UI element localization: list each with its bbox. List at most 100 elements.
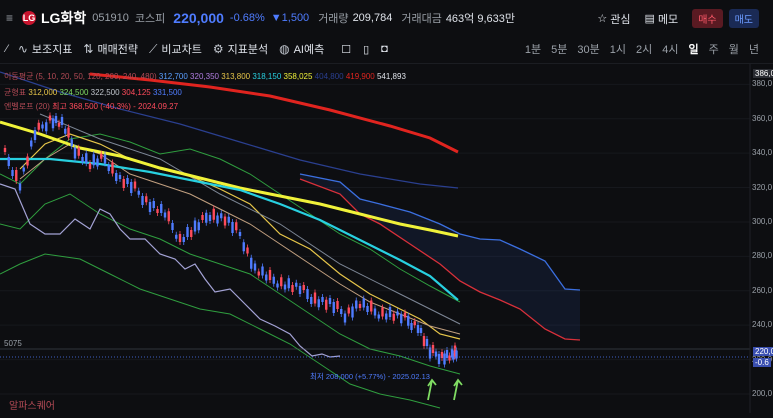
- watch-button[interactable]: ☆ 관심: [597, 11, 630, 27]
- period-tab-4[interactable]: 2시: [636, 41, 652, 57]
- candle-body: [280, 277, 283, 287]
- strategy-button[interactable]: ⇅ 매매전략: [83, 41, 138, 57]
- candle-body: [115, 173, 118, 181]
- candle-body: [422, 336, 426, 346]
- candle-body: [103, 154, 107, 164]
- stock-code: 051910: [92, 12, 129, 24]
- lagging-span: [0, 183, 341, 358]
- period-tab-6[interactable]: 일: [689, 41, 699, 57]
- candle-body: [15, 170, 18, 181]
- chart-canvas[interactable]: [0, 64, 773, 413]
- left-marker: 5075: [4, 339, 22, 348]
- period-tab-9[interactable]: 년: [749, 41, 759, 57]
- candle-body: [351, 306, 354, 318]
- camera-icon[interactable]: ◘: [381, 43, 388, 55]
- candle-body: [51, 118, 55, 129]
- period-tab-0[interactable]: 1분: [525, 41, 541, 57]
- envelope-legend[interactable]: 엔벨로프 (20) 최고 368,500 (-40.3%) - 2024.09.…: [4, 101, 178, 112]
- candle-body: [377, 314, 380, 319]
- candle-body: [85, 153, 88, 164]
- strategy-icon: ⇅: [83, 42, 94, 56]
- ai-button[interactable]: ◍ AI예측: [279, 41, 324, 57]
- candle-body: [186, 227, 189, 237]
- analysis-icon: ⚙: [212, 42, 224, 56]
- candle-body: [253, 263, 257, 271]
- change-percent: -0.68%: [229, 12, 265, 24]
- ichimoku-legend[interactable]: 균형표 312,000 324,500 322,500 304,125 331,…: [4, 87, 182, 98]
- candle-body: [197, 222, 200, 231]
- candle-body: [343, 313, 347, 323]
- y-tick: 380,0: [752, 79, 773, 89]
- candle-body: [190, 230, 193, 237]
- candle-body: [26, 156, 29, 166]
- ma-legend[interactable]: 이동평균 (5, 10, 20, 50, 120, 200, 240, 480)…: [4, 71, 406, 82]
- period-tab-3[interactable]: 1시: [610, 41, 626, 57]
- candle-body: [133, 181, 137, 189]
- candle-body: [156, 209, 159, 213]
- candle-body: [178, 234, 182, 242]
- candle-body: [18, 183, 22, 191]
- period-tab-5[interactable]: 4시: [662, 41, 678, 57]
- candle-body: [81, 157, 84, 162]
- candle-body: [137, 190, 140, 195]
- candle-body: [325, 299, 328, 310]
- candle-body: [313, 292, 317, 304]
- memo-button[interactable]: ▤ 메모: [645, 11, 679, 27]
- candle-body: [392, 313, 395, 321]
- candle-body: [287, 278, 290, 289]
- candle-body: [336, 301, 339, 309]
- y-tick: 300,0: [752, 216, 773, 226]
- candle-body: [306, 289, 309, 299]
- sell-button[interactable]: 매도: [728, 9, 759, 28]
- y-tick: 320,0: [752, 182, 773, 192]
- buy-button[interactable]: 매수: [692, 9, 723, 28]
- candle-body: [37, 122, 40, 130]
- company-logo: LG: [22, 11, 36, 25]
- candle-body: [425, 339, 429, 346]
- candle-body: [347, 307, 350, 314]
- candle-body: [107, 165, 110, 171]
- analysis-button[interactable]: ⚙ 지표분석: [213, 41, 268, 57]
- candle-body: [30, 140, 33, 147]
- candle-body: [130, 182, 133, 193]
- candle-body: [328, 298, 332, 304]
- volume-value: 209,784: [352, 12, 393, 24]
- period-tab-2[interactable]: 30분: [577, 41, 599, 57]
- y-tick: 340,0: [752, 148, 773, 158]
- candlesticks: [3, 112, 458, 368]
- compare-icon: ⟋: [148, 41, 158, 56]
- draw-tool-icon[interactable]: ⁄: [6, 43, 8, 55]
- candle-body: [3, 148, 7, 152]
- candle-body: [45, 122, 48, 132]
- candle-body: [396, 311, 399, 316]
- candle-body: [283, 284, 287, 290]
- candle-body: [388, 307, 392, 317]
- candle-body: [416, 325, 420, 333]
- candle-body: [358, 304, 362, 308]
- candle-body: [141, 196, 144, 205]
- indicators-button[interactable]: ∿ 보조지표: [18, 41, 73, 57]
- volume-label: 거래량: [318, 13, 349, 25]
- memo-icon: ▤: [644, 13, 655, 25]
- candle-body: [73, 147, 77, 159]
- price-chart[interactable]: 이동평균 (5, 10, 20, 50, 120, 200, 240, 480)…: [0, 64, 773, 413]
- candle-body: [145, 196, 148, 203]
- period-tab-8[interactable]: 월: [729, 41, 739, 57]
- candle-icon[interactable]: ▯: [363, 43, 369, 56]
- candle-body: [216, 215, 219, 224]
- square-icon[interactable]: ☐: [341, 43, 351, 56]
- stock-name[interactable]: LG화학: [41, 8, 86, 28]
- candle-body: [321, 297, 324, 302]
- low-annotation: 최저 208,000 (+5.77%) - 2025.02.13: [310, 372, 430, 381]
- candle-body: [250, 257, 253, 269]
- candle-body: [373, 308, 377, 316]
- candle-body: [92, 154, 95, 166]
- menu-icon[interactable]: ≡: [6, 11, 13, 25]
- period-tab-1[interactable]: 5분: [551, 41, 567, 57]
- candle-body: [272, 276, 275, 284]
- top-price-tag: 386,0: [753, 69, 773, 78]
- y-tick: 280,0: [752, 251, 773, 261]
- current-pct-tag: -0.6: [753, 358, 771, 367]
- period-tab-7[interactable]: 주: [709, 41, 719, 57]
- compare-button[interactable]: ⟋ 비교차트: [149, 41, 202, 57]
